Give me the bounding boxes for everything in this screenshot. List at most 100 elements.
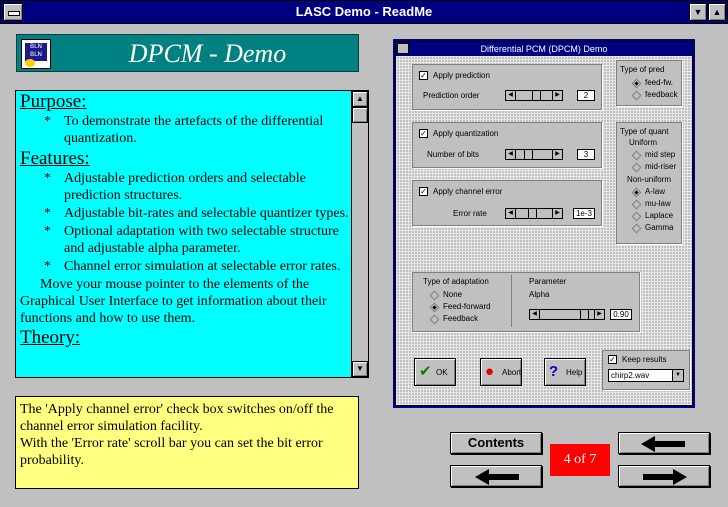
slider-right-icon: ▶ (594, 310, 604, 319)
back-button[interactable] (618, 432, 710, 454)
type-of-adaptation-title: Type of adaptation (423, 277, 489, 286)
instruction-paragraph: Move your mouse pointer to the elements … (20, 277, 327, 326)
slider-right-icon: ▶ (552, 91, 562, 100)
prediction-order-value: 2 (577, 90, 595, 101)
quantization-group: ✓ Apply quantization Number of bits ◀ ▶ … (412, 122, 602, 168)
next-page-button[interactable] (618, 465, 710, 487)
keep-results-checkbox[interactable]: ✓ (608, 355, 617, 364)
help-button[interactable]: ? Help (544, 358, 586, 386)
readme-text-panel[interactable]: Purpose: * To demonstrate the artefacts o… (15, 90, 369, 378)
contents-button[interactable]: Contents (450, 432, 542, 454)
list-item: * Adjustable bit-rates and selectable qua… (20, 205, 350, 222)
number-of-bits-label: Number of bits (427, 150, 480, 159)
vertical-scrollbar[interactable]: ▲ ▼ (351, 91, 368, 377)
alpha-slider[interactable]: ◀ ▶ (529, 309, 605, 320)
adaptation-none-radio[interactable] (429, 290, 440, 301)
chevron-down-icon[interactable]: ▼ (672, 370, 683, 381)
mid-riser-radio[interactable] (631, 162, 642, 173)
slider-left-icon: ◀ (530, 310, 540, 319)
number-of-bits-value: 3 (577, 149, 595, 160)
mu-law-radio[interactable] (631, 199, 642, 210)
help-line: With the 'Error rate' scroll bar you can… (20, 436, 323, 468)
radio-label: feedback (645, 90, 678, 99)
screenshot-body: ✓ Apply prediction Prediction order ◀ ▶ … (396, 56, 692, 405)
non-uniform-label: Non-uniform (627, 175, 672, 184)
bullet: * (44, 114, 51, 129)
purpose-text: To demonstrate the artefacts of the diff… (64, 114, 324, 146)
scroll-up-icon[interactable]: ▲ (352, 91, 368, 107)
gamma-radio[interactable] (631, 223, 642, 234)
slider-thumb[interactable] (524, 150, 533, 159)
slider-left-icon: ◀ (506, 150, 516, 159)
apply-quantization-checkbox[interactable]: ✓ (419, 129, 428, 138)
purpose-list: * To demonstrate the artefacts of the dif… (20, 113, 350, 147)
page-indicator: 4 of 7 (550, 444, 610, 476)
type-of-pred-group: Type of pred feed-fw. feedback (616, 60, 682, 106)
slider-right-icon: ▶ (552, 209, 562, 218)
adaptation-feed-forward-radio[interactable] (429, 302, 440, 313)
slider-left-icon: ◀ (506, 209, 516, 218)
laplace-radio[interactable] (631, 211, 642, 222)
divider (511, 275, 512, 327)
feed-forward-radio[interactable] (631, 78, 642, 89)
title-bar: LASC Demo - ReadMe ▼ ▲ (0, 0, 728, 24)
abort-label: Abort (502, 368, 522, 377)
radio-label: feed-fw. (645, 78, 674, 87)
scroll-thumb[interactable] (352, 107, 368, 123)
adaptation-feedback-radio[interactable] (429, 314, 440, 325)
right-arrow-icon (643, 469, 687, 485)
list-item: * To demonstrate the artefacts of the dif… (20, 113, 350, 147)
slider-thumb[interactable] (528, 209, 537, 218)
radio-label: A-law (645, 187, 666, 196)
apply-channel-error-label: Apply channel error (433, 187, 503, 196)
demo-banner: BLN BLN DPCM - Demo (16, 34, 359, 72)
prediction-order-slider[interactable]: ◀ ▶ (505, 90, 563, 101)
slider-thumb[interactable] (580, 310, 589, 319)
feature-text: Optional adaptation with two selectable … (64, 224, 339, 256)
purpose-heading: Purpose: (20, 91, 87, 112)
apply-quantization-label: Apply quantization (433, 129, 499, 138)
help-label: Help (566, 368, 583, 377)
screenshot-frame: Differential PCM (DPCM) Demo ✓ Apply pre… (395, 41, 693, 406)
number-of-bits-slider[interactable]: ◀ ▶ (505, 149, 563, 160)
feature-text: Adjustable bit-rates and selectable quan… (64, 206, 349, 221)
error-rate-slider[interactable]: ◀ ▶ (505, 208, 563, 219)
mid-step-radio[interactable] (631, 150, 642, 161)
left-arrow-icon (475, 469, 519, 485)
feedback-radio[interactable] (631, 90, 642, 101)
feature-text: Channel error simulation at selectable e… (64, 259, 341, 274)
dpcm-screenshot[interactable]: Differential PCM (DPCM) Demo ✓ Apply pre… (393, 39, 695, 408)
channel-error-group: ✓ Apply channel error Error rate ◀ ▶ 1e-… (412, 180, 602, 226)
radio-label: Gamma (645, 223, 674, 232)
ok-button[interactable]: ✔ OK (414, 358, 456, 386)
features-heading: Features: (20, 148, 90, 169)
bullet: * (44, 206, 51, 221)
features-list: * Adjustable prediction orders and select… (20, 170, 350, 275)
error-rate-value: 1e-3 (573, 208, 595, 219)
slider-thumb[interactable] (532, 91, 541, 100)
result-file-value: chirp2.wav (611, 371, 650, 380)
result-file-dropdown[interactable]: chirp2.wav ▼ (608, 369, 684, 382)
radio-label: Laplace (645, 211, 674, 220)
prediction-order-label: Prediction order (423, 91, 480, 100)
slider-right-icon: ▶ (552, 150, 562, 159)
error-rate-label: Error rate (453, 209, 487, 218)
type-of-quant-title: Type of quant (620, 127, 669, 136)
apply-channel-error-checkbox[interactable]: ✓ (419, 187, 428, 196)
list-item: * Adjustable prediction orders and select… (20, 170, 350, 204)
lasc-logo-icon: BLN BLN (21, 39, 51, 69)
screenshot-title: Differential PCM (DPCM) Demo (480, 44, 608, 54)
readme-window: LASC Demo - ReadMe ▼ ▲ BLN BLN DPCM - De… (0, 0, 728, 507)
previous-page-button[interactable] (450, 465, 542, 487)
abort-button[interactable]: ● Abort (480, 358, 522, 386)
bullet: * (44, 171, 51, 186)
ok-label: OK (436, 368, 448, 377)
banner-title: DPCM - Demo (128, 39, 287, 68)
a-law-radio[interactable] (631, 187, 642, 198)
minimize-icon[interactable]: ▼ (689, 3, 707, 21)
maximize-icon[interactable]: ▲ (708, 3, 726, 21)
scroll-down-icon[interactable]: ▼ (352, 361, 368, 377)
prediction-group: ✓ Apply prediction Prediction order ◀ ▶ … (412, 64, 602, 110)
apply-prediction-checkbox[interactable]: ✓ (419, 71, 428, 80)
radio-label: None (443, 290, 463, 299)
